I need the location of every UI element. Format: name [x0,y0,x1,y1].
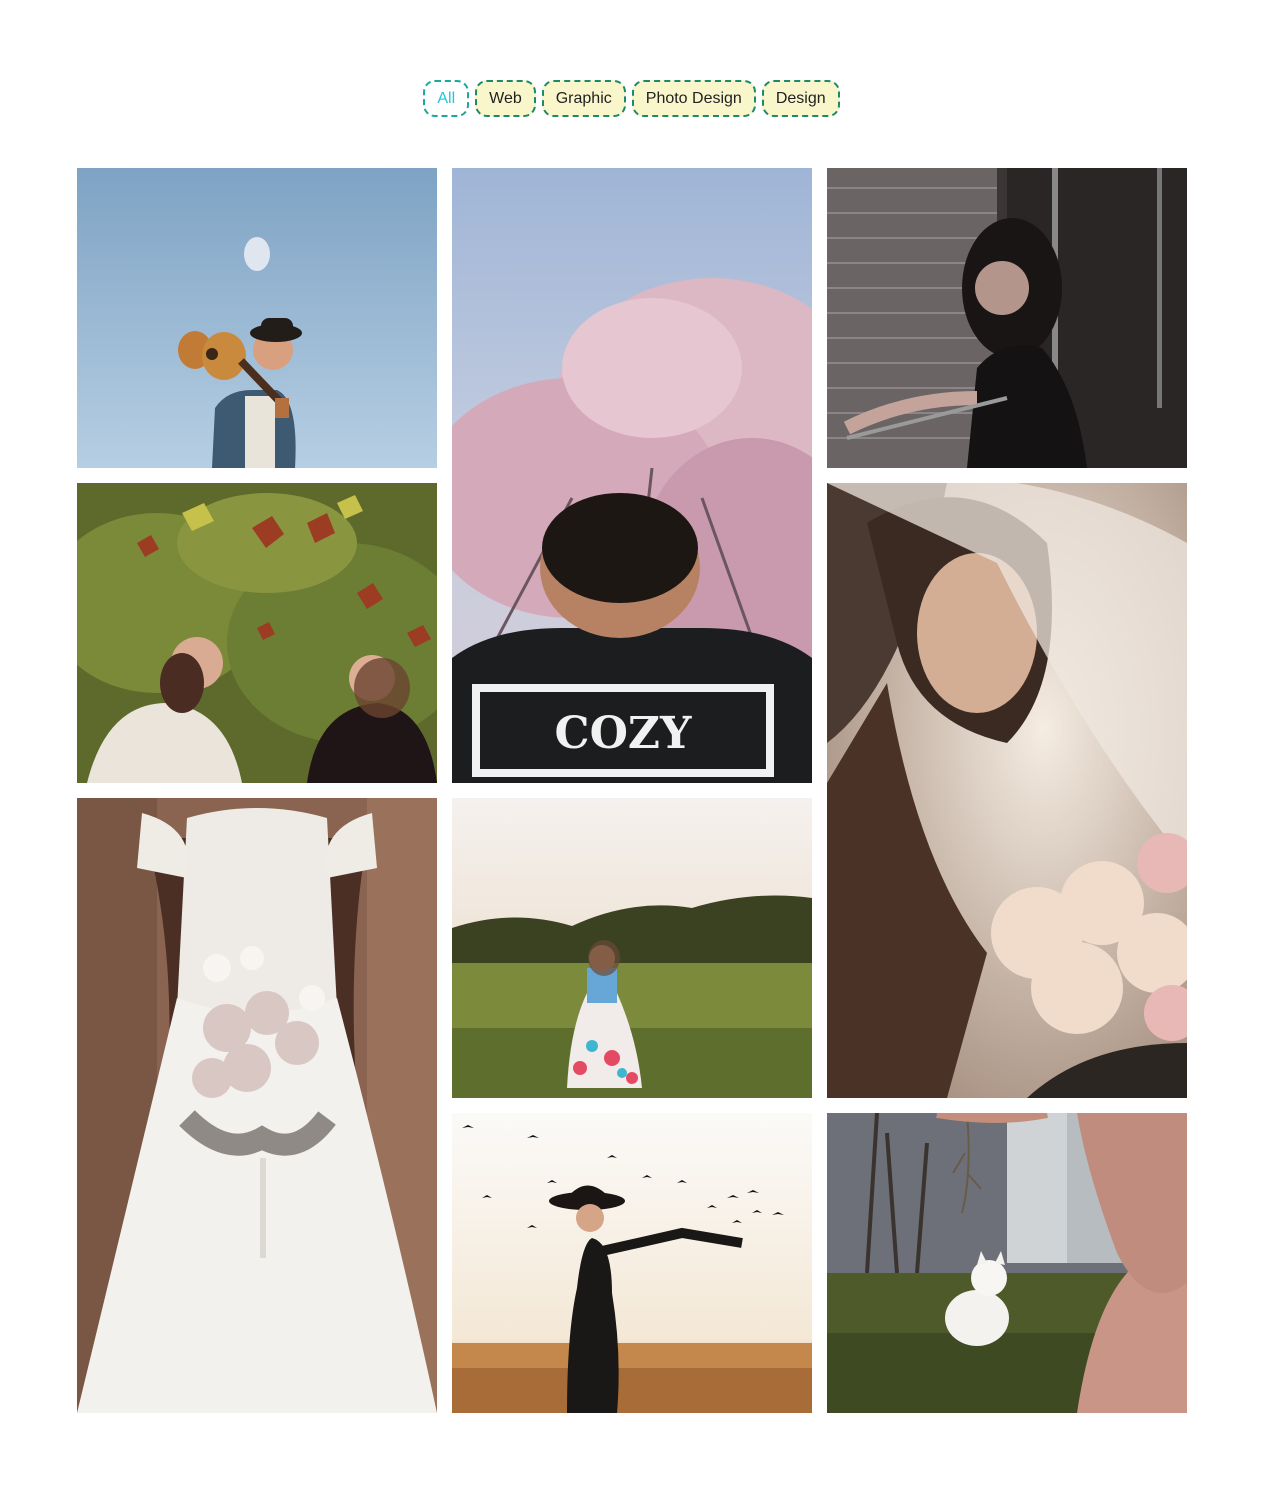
gallery-item-veil-bride[interactable] [827,483,1187,1098]
filter-web-button[interactable]: Web [475,80,536,117]
gallery-item-window-woman[interactable] [827,168,1187,468]
gallery-item-cozy-shirt[interactable]: COZY [452,168,812,783]
cozy-shirt-text: COZY [555,708,692,759]
field-woman-photo [452,798,812,1098]
bouquet-bride-photo [77,798,437,1413]
filter-photo-design-button[interactable]: Photo Design [631,80,756,117]
gallery-item-kitten[interactable] [827,1113,1187,1413]
gallery-item-bouquet-bride[interactable] [77,798,437,1413]
cherry-blossom-photo: COZY [452,168,812,783]
window-woman-photo [827,168,1187,468]
autumn-leaves-photo [77,483,437,783]
gallery-item-birds-woman[interactable] [452,1113,812,1413]
guitar-man-photo [77,168,437,468]
filter-graphic-button[interactable]: Graphic [541,80,626,117]
kitten-photo [827,1113,1187,1413]
filter-design-button[interactable]: Design [761,80,840,117]
birds-woman-photo [452,1113,812,1413]
filter-bar: All Web Graphic Photo Design Design [0,80,1263,117]
veil-bride-photo [827,483,1187,1098]
gallery-item-field-woman[interactable] [452,798,812,1098]
filter-all-button[interactable]: All [423,80,470,117]
gallery-item-guitar-man[interactable] [77,168,437,468]
gallery-item-autumn-leaves[interactable] [77,483,437,783]
